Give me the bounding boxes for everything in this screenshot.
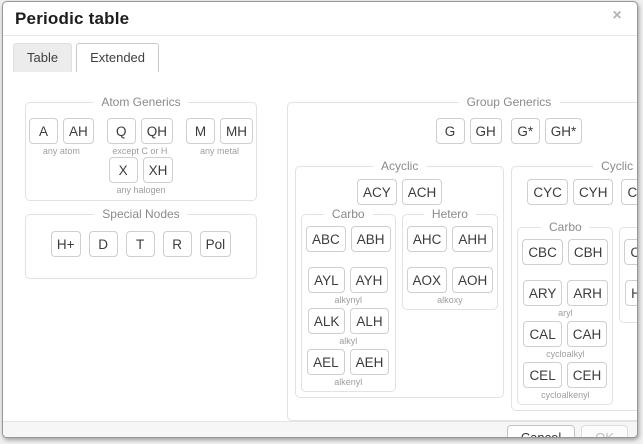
fieldset-cyclic: Cyclic CYC CYH CXX bbox=[511, 166, 638, 411]
btn-har[interactable]: HAR bbox=[625, 280, 638, 306]
pair-any-atom: A AH any atom bbox=[29, 118, 94, 157]
fieldset-cyclic-hetero: Hetero CHC CHH bbox=[619, 227, 638, 323]
btn-abh[interactable]: ABH bbox=[351, 226, 391, 252]
atom-generics-legend: Atom Generics bbox=[93, 95, 188, 110]
btn-pol[interactable]: Pol bbox=[200, 231, 232, 257]
cyclic-carbo-legend: Carbo bbox=[541, 220, 590, 235]
btn-acy[interactable]: ACY bbox=[357, 179, 397, 205]
btn-ary[interactable]: ARY bbox=[523, 280, 563, 306]
btn-ahh[interactable]: AHH bbox=[452, 226, 493, 252]
group-generics-legend: Group Generics bbox=[459, 95, 560, 110]
btn-ayh[interactable]: AYH bbox=[350, 267, 389, 293]
tab-extended[interactable]: Extended bbox=[76, 43, 159, 72]
btn-chc[interactable]: CHC bbox=[624, 239, 638, 265]
group-generics-sections: Acyclic ACY ACH Carbo bbox=[295, 166, 638, 411]
btn-x[interactable]: X bbox=[109, 157, 138, 183]
special-nodes-legend: Special Nodes bbox=[94, 207, 187, 222]
caption-alkoxy: alkoxy bbox=[437, 295, 463, 306]
btn-h-plus[interactable]: H+ bbox=[51, 231, 81, 257]
pair-any-metal: M MH any metal bbox=[186, 118, 253, 157]
btn-xh[interactable]: XH bbox=[143, 157, 174, 183]
btn-g-star[interactable]: G* bbox=[511, 118, 540, 144]
btn-aoh[interactable]: AOH bbox=[452, 267, 493, 293]
btn-cbc[interactable]: CBC bbox=[522, 239, 563, 265]
right-column: Group Generics G GH G* GH* bbox=[287, 102, 638, 421]
fieldset-group-generics: Group Generics G GH G* GH* bbox=[287, 102, 638, 421]
btn-qh[interactable]: QH bbox=[141, 118, 173, 144]
btn-ael[interactable]: AEL bbox=[307, 349, 345, 375]
caption-except-c-or-h: except C or H bbox=[112, 146, 167, 157]
fieldset-cyclic-carbo: Carbo CBC CBH bbox=[517, 227, 613, 405]
btn-a[interactable]: A bbox=[29, 118, 58, 144]
btn-m[interactable]: M bbox=[186, 118, 215, 144]
btn-alh[interactable]: ALH bbox=[350, 308, 388, 334]
close-icon[interactable]: × bbox=[609, 8, 625, 24]
dialog-header: Periodic table × bbox=[3, 2, 637, 36]
btn-aeh[interactable]: AEH bbox=[350, 349, 390, 375]
cyclic-legend: Cyclic bbox=[593, 159, 638, 174]
btn-alk[interactable]: ALK bbox=[308, 308, 346, 334]
btn-ceh[interactable]: CEH bbox=[567, 362, 608, 388]
btn-t[interactable]: T bbox=[126, 231, 155, 257]
caption-alkenyl: alkenyl bbox=[334, 377, 362, 388]
tab-table[interactable]: Table bbox=[13, 43, 72, 72]
caption-alkynyl: alkynyl bbox=[335, 295, 363, 306]
pair-except-c-or-h: Q QH except C or H bbox=[107, 118, 173, 157]
caption-any-metal: any metal bbox=[200, 146, 239, 157]
fieldset-acyclic-carbo: Carbo ABC ABH bbox=[301, 214, 396, 392]
pair-any-halogen: X XH any halogen bbox=[109, 157, 174, 196]
acyclic-hetero-legend: Hetero bbox=[424, 207, 476, 222]
btn-cyc[interactable]: CYC bbox=[527, 179, 568, 205]
periodic-table-dialog: Periodic table × Table Extended Atom Gen… bbox=[2, 1, 638, 438]
btn-ahc[interactable]: AHC bbox=[407, 226, 448, 252]
fieldset-acyclic: Acyclic ACY ACH Carbo bbox=[295, 166, 504, 398]
btn-ayl[interactable]: AYL bbox=[308, 267, 345, 293]
acyclic-carbo-legend: Carbo bbox=[324, 207, 373, 222]
btn-cyh[interactable]: CYH bbox=[573, 179, 614, 205]
ok-button[interactable]: OK bbox=[581, 425, 628, 438]
left-column: Atom Generics A AH any atom Q QH bbox=[25, 102, 257, 279]
dialog-footer: Cancel OK bbox=[3, 421, 637, 438]
group-generics-top-row: G GH G* GH* bbox=[295, 118, 638, 157]
btn-arh[interactable]: ARH bbox=[567, 280, 608, 306]
dialog-title: Periodic table bbox=[15, 9, 129, 28]
btn-d[interactable]: D bbox=[89, 231, 118, 257]
cancel-button[interactable]: Cancel bbox=[507, 425, 575, 438]
caption-any-halogen: any halogen bbox=[116, 185, 165, 196]
btn-cxx[interactable]: CXX bbox=[621, 179, 638, 205]
btn-g[interactable]: G bbox=[436, 118, 465, 144]
btn-gh[interactable]: GH bbox=[470, 118, 502, 144]
btn-mh[interactable]: MH bbox=[220, 118, 253, 144]
caption-any-atom: any atom bbox=[43, 146, 80, 157]
caption-aryl: aryl bbox=[558, 308, 573, 319]
btn-q[interactable]: Q bbox=[107, 118, 136, 144]
btn-cah[interactable]: CAH bbox=[567, 321, 608, 347]
tab-bar: Table Extended bbox=[13, 43, 637, 72]
btn-cal[interactable]: CAL bbox=[523, 321, 561, 347]
btn-cel[interactable]: CEL bbox=[523, 362, 561, 388]
special-nodes-row: H+ D T R Pol bbox=[34, 231, 248, 257]
btn-aox[interactable]: AOX bbox=[407, 267, 448, 293]
dialog-content: Atom Generics A AH any atom Q QH bbox=[3, 72, 637, 421]
btn-abc[interactable]: ABC bbox=[306, 226, 346, 252]
caption-cycloalkyl: cycloalkyl bbox=[546, 349, 585, 360]
caption-alkyl: alkyl bbox=[339, 336, 357, 347]
fieldset-acyclic-hetero: Hetero AHC AHH bbox=[402, 214, 499, 310]
atom-generics-row-1: A AH any atom Q QH except C or H bbox=[34, 118, 248, 157]
fieldset-special-nodes: Special Nodes H+ D T R Pol bbox=[25, 214, 257, 279]
caption-cycloalkenyl: cycloalkenyl bbox=[541, 390, 590, 401]
atom-generics-row-2: X XH any halogen bbox=[34, 157, 248, 196]
btn-cbh[interactable]: CBH bbox=[568, 239, 609, 265]
acyclic-legend: Acyclic bbox=[373, 159, 426, 174]
btn-ach[interactable]: ACH bbox=[402, 179, 443, 205]
btn-r[interactable]: R bbox=[163, 231, 192, 257]
btn-gh-star[interactable]: GH* bbox=[545, 118, 583, 144]
btn-ah[interactable]: AH bbox=[63, 118, 94, 144]
fieldset-atom-generics: Atom Generics A AH any atom Q QH bbox=[25, 102, 257, 201]
